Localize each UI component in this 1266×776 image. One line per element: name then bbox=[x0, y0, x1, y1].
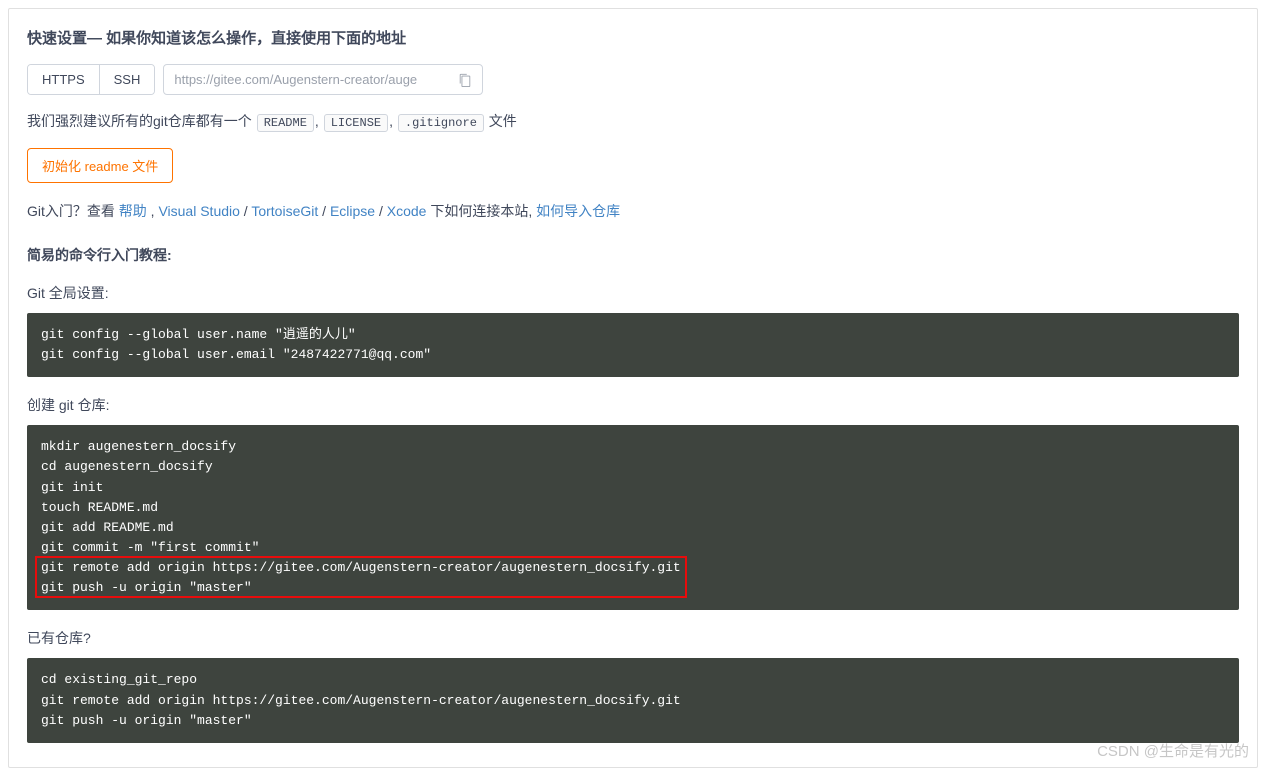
highlight-box bbox=[35, 556, 687, 598]
help-sep1: , bbox=[147, 203, 159, 219]
help-prefix: Git入门？查看 bbox=[27, 203, 119, 219]
copy-icon[interactable] bbox=[448, 73, 482, 87]
exist-label: 已有仓库? bbox=[27, 628, 1239, 648]
global-code-block[interactable]: git config --global user.name "逍遥的人儿" gi… bbox=[27, 313, 1239, 377]
help-mid: 下如何连接本站, bbox=[426, 203, 536, 219]
setup-panel: 快速设置— 如果你知道该怎么操作，直接使用下面的地址 HTTPS SSH 我们强… bbox=[8, 8, 1258, 768]
create-label: 创建 git 仓库: bbox=[27, 395, 1239, 415]
import-link[interactable]: 如何导入仓库 bbox=[536, 203, 620, 219]
comma2: , bbox=[389, 113, 393, 129]
protocol-row: HTTPS SSH bbox=[27, 64, 1239, 95]
slash1: / bbox=[240, 203, 251, 219]
init-readme-button[interactable]: 初始化 readme 文件 bbox=[27, 148, 173, 183]
ssh-button[interactable]: SSH bbox=[99, 65, 155, 94]
eclipse-link[interactable]: Eclipse bbox=[330, 203, 375, 219]
slash3: / bbox=[375, 203, 387, 219]
create-code-block[interactable]: mkdir augenestern_docsify cd augenestern… bbox=[27, 425, 1239, 610]
watermark-text: CSDN @生命是有光的 bbox=[1097, 740, 1249, 761]
help-line: Git入门？查看 帮助 , Visual Studio / TortoiseGi… bbox=[27, 201, 1239, 221]
tortoise-link[interactable]: TortoiseGit bbox=[251, 203, 318, 219]
clone-url-wrap bbox=[163, 64, 483, 95]
xcode-link[interactable]: Xcode bbox=[387, 203, 427, 219]
tutorial-title: 简易的命令行入门教程: bbox=[27, 245, 1239, 265]
comma1: , bbox=[315, 113, 319, 129]
help-link[interactable]: 帮助 bbox=[119, 203, 147, 219]
slash2: / bbox=[318, 203, 330, 219]
recommend-suffix: 文件 bbox=[485, 113, 517, 129]
panel-title: 快速设置— 如果你知道该怎么操作，直接使用下面的地址 bbox=[27, 27, 1239, 48]
readme-tag: README bbox=[257, 114, 314, 132]
https-button[interactable]: HTTPS bbox=[28, 65, 99, 94]
vs-link[interactable]: Visual Studio bbox=[158, 203, 239, 219]
protocol-toggle: HTTPS SSH bbox=[27, 64, 155, 95]
recommend-line: 我们强烈建议所有的git仓库都有一个 README, LICENSE, .git… bbox=[27, 111, 1239, 132]
gitignore-tag: .gitignore bbox=[398, 114, 484, 132]
global-label: Git 全局设置: bbox=[27, 283, 1239, 303]
clone-url-input[interactable] bbox=[164, 65, 448, 94]
recommend-prefix: 我们强烈建议所有的git仓库都有一个 bbox=[27, 113, 252, 129]
license-tag: LICENSE bbox=[324, 114, 388, 132]
exist-code-block[interactable]: cd existing_git_repo git remote add orig… bbox=[27, 658, 1239, 742]
